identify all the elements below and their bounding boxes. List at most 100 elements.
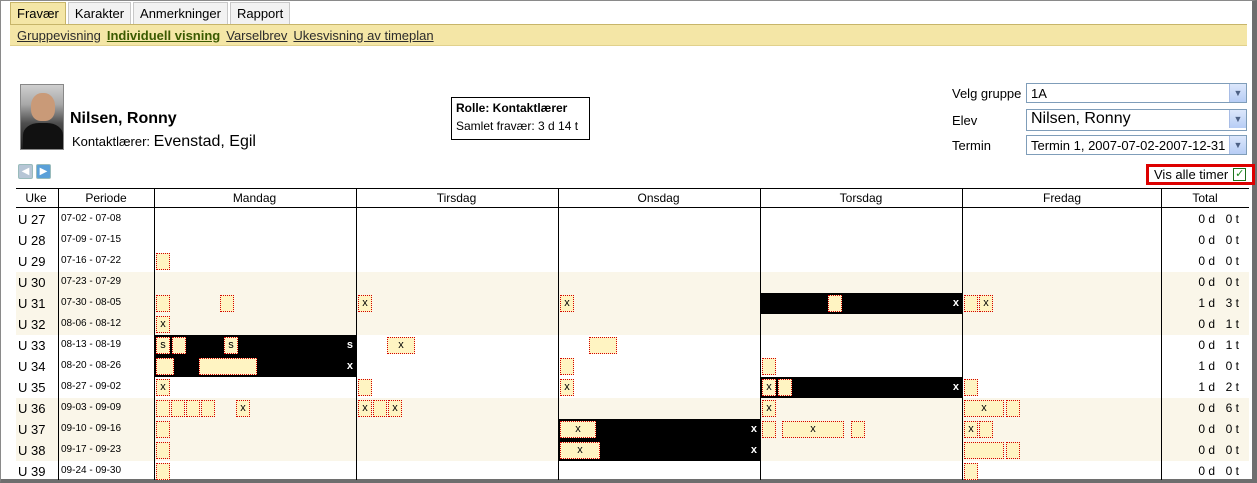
lesson-marker[interactable] [964, 379, 978, 396]
table-row: U 39 09-24 - 09-30 0 d 0 t [16, 461, 1249, 482]
col-fredag: Fredag [1042, 191, 1082, 205]
lesson-marker[interactable]: x [964, 421, 978, 438]
lesson-marker[interactable] [156, 253, 170, 270]
grid-divider [1161, 188, 1162, 480]
total-days-cell: 0 d [1198, 233, 1215, 247]
lesson-marker[interactable]: x [762, 400, 776, 417]
lesson-marker[interactable] [156, 421, 170, 438]
lesson-marker[interactable]: x [387, 337, 415, 354]
lesson-marker[interactable] [186, 400, 200, 417]
role-title: Rolle: Kontaktlærer [456, 101, 568, 115]
grid-divider [154, 188, 155, 480]
lesson-marker[interactable] [156, 463, 170, 480]
lesson-marker[interactable]: s [156, 337, 170, 354]
lesson-marker[interactable] [1006, 400, 1020, 417]
tab-karakter[interactable]: Karakter [67, 2, 132, 24]
col-onsdag: Onsdag [637, 191, 680, 205]
lesson-marker[interactable]: x [560, 295, 574, 312]
lesson-marker[interactable]: x [560, 379, 574, 396]
tab-fravaer[interactable]: Fravær [10, 2, 66, 24]
absence-day-bar[interactable]: x [760, 293, 962, 314]
lesson-marker[interactable] [201, 400, 215, 417]
lesson-marker[interactable]: s [224, 337, 238, 354]
total-days-cell: 1 d [1198, 380, 1215, 394]
lesson-marker[interactable] [560, 358, 574, 375]
total-days-cell: 0 d [1198, 254, 1215, 268]
grid-divider [356, 188, 357, 480]
lesson-marker[interactable]: x [156, 316, 170, 333]
absence-code: x [952, 297, 959, 309]
period-cell: 09-24 - 09-30 [61, 465, 122, 476]
lesson-marker[interactable] [964, 442, 1004, 459]
lesson-marker[interactable] [220, 295, 234, 312]
show-all-toggle[interactable]: Vis alle timer ✓ [1146, 164, 1255, 185]
lesson-marker[interactable] [964, 295, 978, 312]
group-select[interactable]: 1A ▼ [1026, 83, 1247, 103]
show-all-checkbox[interactable]: ✓ [1233, 168, 1247, 181]
main-tabs: Fravær Karakter Anmerkninger Rapport [10, 2, 291, 26]
arrow-left-icon[interactable]: ◀ [18, 164, 33, 179]
lesson-marker[interactable]: x [762, 379, 776, 396]
link-ukesvisning[interactable]: Ukesvisning av timeplan [293, 28, 433, 43]
week-cell: U 33 [18, 338, 46, 353]
lesson-marker[interactable]: x [964, 400, 1004, 417]
chevron-down-icon[interactable]: ▼ [1229, 110, 1246, 128]
period-cell: 07-02 - 07-08 [61, 213, 122, 224]
lesson-marker[interactable] [589, 337, 617, 354]
lesson-marker[interactable] [156, 442, 170, 459]
lesson-marker[interactable] [373, 400, 387, 417]
arrow-right-icon[interactable]: ▶ [36, 164, 51, 179]
teacher-label: Kontaktlærer: [72, 134, 151, 149]
chevron-down-icon[interactable]: ▼ [1229, 84, 1246, 102]
lesson-marker[interactable] [762, 358, 776, 375]
lesson-marker[interactable] [156, 295, 170, 312]
lesson-marker[interactable] [172, 337, 186, 354]
lesson-marker[interactable]: x [358, 400, 372, 417]
lesson-marker[interactable] [762, 421, 776, 438]
lesson-marker[interactable]: x [560, 442, 600, 459]
lesson-marker[interactable]: x [782, 421, 844, 438]
teacher-line: Kontaktlærer: Evenstad, Egil [72, 133, 256, 151]
total-hours-cell: 0 t [1225, 359, 1239, 373]
week-cell: U 27 [18, 212, 46, 227]
lesson-marker[interactable] [851, 421, 865, 438]
lesson-marker[interactable]: x [979, 295, 993, 312]
tab-rapport[interactable]: Rapport [229, 2, 291, 24]
lesson-marker[interactable]: x [388, 400, 402, 417]
table-row: U 30 07-23 - 07-29 0 d 0 t [16, 272, 1249, 293]
lesson-marker[interactable] [358, 379, 372, 396]
lesson-marker[interactable] [964, 463, 978, 480]
week-cell: U 29 [18, 254, 46, 269]
period-cell: 08-20 - 08-26 [61, 360, 122, 371]
chevron-down-icon[interactable]: ▼ [1229, 136, 1246, 154]
total-absence: Samlet fravær: 3 d 14 t [456, 119, 579, 133]
lesson-marker[interactable] [828, 295, 842, 312]
lesson-marker[interactable]: x [236, 400, 250, 417]
lesson-marker[interactable]: x [156, 379, 170, 396]
lesson-marker[interactable]: x [560, 421, 596, 438]
col-tirsdag: Tirsdag [436, 191, 477, 205]
total-hours-cell: 0 t [1225, 422, 1239, 436]
lesson-marker[interactable] [199, 358, 257, 375]
total-days-cell: 0 d [1198, 464, 1215, 478]
lesson-marker[interactable]: x [358, 295, 372, 312]
lesson-marker[interactable] [171, 400, 185, 417]
lesson-marker[interactable] [1006, 442, 1020, 459]
total-hours-cell: 1 t [1225, 317, 1239, 331]
grid-divider [962, 188, 963, 480]
term-select[interactable]: Termin 1, 2007-07-02-2007-12-31 ▼ [1026, 135, 1247, 155]
lesson-marker[interactable] [979, 421, 993, 438]
total-hours-cell: 0 t [1225, 275, 1239, 289]
lesson-marker[interactable] [156, 358, 174, 375]
lesson-marker[interactable] [156, 400, 170, 417]
student-select[interactable]: Nilsen, Ronny ▼ [1026, 109, 1247, 131]
link-gruppevisning[interactable]: Gruppevisning [17, 28, 101, 43]
total-hours-cell: 0 t [1225, 233, 1239, 247]
period-cell: 07-16 - 07-22 [61, 255, 122, 266]
tab-anmerkninger[interactable]: Anmerkninger [133, 2, 228, 24]
period-cell: 07-09 - 07-15 [61, 234, 122, 245]
period-cell: 07-30 - 08-05 [61, 297, 122, 308]
link-varselbrev[interactable]: Varselbrev [226, 28, 287, 43]
link-individuell-visning[interactable]: Individuell visning [107, 28, 220, 43]
lesson-marker[interactable] [778, 379, 792, 396]
